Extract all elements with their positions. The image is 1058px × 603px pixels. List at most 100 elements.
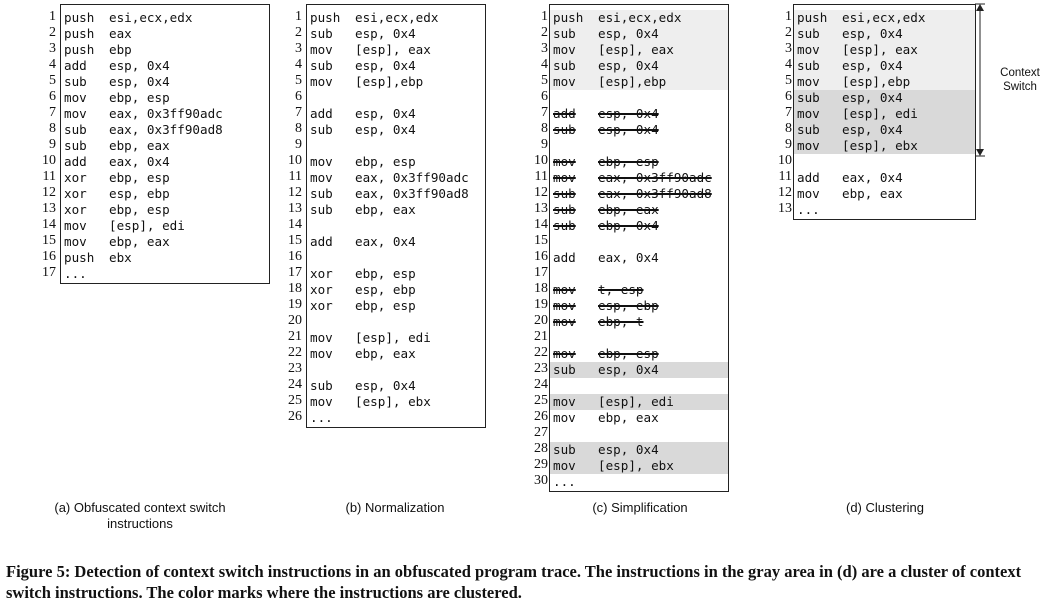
operands: ebp, esp — [355, 266, 416, 281]
code-line: xor ebp, esp — [307, 266, 485, 282]
code-line: mov [esp], eax — [794, 42, 975, 58]
line-number: 30 — [534, 473, 548, 488]
operands: ebp, esp — [598, 346, 659, 361]
code-line: sub esp, 0x4 — [550, 362, 728, 378]
operands: eax, 0x3ff90ad8 — [598, 186, 712, 201]
opcode: add — [797, 170, 820, 185]
opcode: ... — [310, 410, 333, 425]
code-line: sub esp, 0x4 — [307, 58, 485, 74]
code-box-a: push esi,ecx,edx push eax push ebp add esp, 0x4… — [60, 4, 270, 284]
code-line: add esp, 0x4 — [61, 58, 269, 74]
code-line: add esp, 0x4 — [550, 106, 728, 122]
operands: ebp, t — [598, 314, 644, 329]
line-number: 5 — [785, 73, 792, 88]
code-line: mov esp, ebp — [550, 298, 728, 314]
code-line: mov eax, 0x3ff90adc — [307, 170, 485, 186]
line-number: 6 — [49, 89, 56, 104]
operands: esp, ebp — [109, 186, 170, 201]
operands: esi,ecx,edx — [598, 10, 682, 25]
line-number: 20 — [288, 313, 302, 328]
line-number: 16 — [534, 249, 548, 264]
operands: ebp, eax — [598, 410, 659, 425]
opcode: add — [310, 234, 333, 249]
opcode: xor — [310, 282, 333, 297]
opcode: sub — [64, 74, 87, 89]
opcode: xor — [64, 186, 87, 201]
line-number: 14 — [288, 217, 302, 232]
line-number: 12 — [42, 185, 56, 200]
line-number: 7 — [295, 105, 302, 120]
line-number: 2 — [785, 25, 792, 40]
operands: eax, 0x4 — [109, 154, 170, 169]
code-line: sub eax, 0x3ff90ad8 — [61, 122, 269, 138]
opcode: sub — [310, 26, 333, 41]
line-number: 1 — [785, 9, 792, 24]
code-line: mov [esp], ebx — [794, 138, 975, 154]
operands: ebx — [109, 250, 132, 265]
operands: esp, ebp — [598, 298, 659, 313]
opcode: push — [64, 42, 95, 57]
opcode: xor — [64, 170, 87, 185]
operands: [esp], eax — [598, 42, 674, 57]
line-number: 22 — [288, 345, 302, 360]
caption-c: (c) Simplification — [592, 500, 688, 515]
line-numbers-d: 1 2 3 4 5 6 7 8 9 10 11 12 13 — [766, 9, 792, 217]
operands: eax — [109, 26, 132, 41]
opcode: mov — [553, 298, 576, 313]
code-line: sub esp, 0x4 — [794, 90, 975, 106]
opcode: sub — [797, 90, 820, 105]
line-numbers-c: 1 2 3 4 5 6 7 8 9 10 11 12 13 14 15 16 17 18 19 20 21 22 23 24 2… — [522, 9, 548, 489]
line-number: 10 — [778, 153, 792, 168]
code-line: xor ebp, esp — [61, 202, 269, 218]
operands: ebp, esp — [109, 170, 170, 185]
line-number: 4 — [295, 57, 302, 72]
operands: [esp],ebp — [355, 74, 424, 89]
line-number: 8 — [49, 121, 56, 136]
line-number: 1 — [49, 9, 56, 24]
code-line: mov ebp, t — [550, 314, 728, 330]
opcode: mov — [797, 106, 820, 121]
operands: eax, 0x3ff90ad8 — [109, 122, 223, 137]
line-number: 17 — [288, 265, 302, 280]
opcode: sub — [310, 202, 333, 217]
operands: esi,ecx,edx — [109, 10, 193, 25]
line-number: 9 — [785, 137, 792, 152]
line-number: 11 — [42, 169, 56, 184]
operands: ebp, esp — [109, 90, 170, 105]
operands: ebp, esp — [355, 154, 416, 169]
line-number: 18 — [288, 281, 302, 296]
line-number: 10 — [288, 153, 302, 168]
code-box-c: push esi,ecx,edx sub esp, 0x4 mov [esp], eax s… — [549, 4, 729, 492]
opcode: sub — [310, 122, 333, 137]
operands: ebp, esp — [109, 202, 170, 217]
line-number: 20 — [534, 313, 548, 328]
opcode: ... — [797, 202, 820, 217]
code-line: sub ebp, eax — [61, 138, 269, 154]
opcode: mov — [553, 346, 576, 361]
line-number: 15 — [534, 233, 548, 248]
opcode: sub — [553, 202, 576, 217]
opcode: mov — [310, 330, 333, 345]
line-number: 23 — [534, 361, 548, 376]
line-number: 8 — [785, 121, 792, 136]
opcode: mov — [797, 74, 820, 89]
code-line: mov [esp],ebp — [307, 74, 485, 90]
opcode: sub — [797, 58, 820, 73]
code-line: mov [esp], edi — [794, 106, 975, 122]
opcode: add — [64, 58, 87, 73]
operands: [esp], edi — [842, 106, 918, 121]
line-number: 8 — [295, 121, 302, 136]
opcode: ... — [553, 474, 576, 489]
line-number: 17 — [42, 265, 56, 280]
operands: esp, 0x4 — [842, 90, 903, 105]
operands: esp, 0x4 — [598, 362, 659, 377]
line-number: 16 — [42, 249, 56, 264]
operands: ebp, eax — [598, 202, 659, 217]
opcode: mov — [310, 170, 333, 185]
opcode: push — [310, 10, 341, 25]
operands: esp, 0x4 — [598, 442, 659, 457]
